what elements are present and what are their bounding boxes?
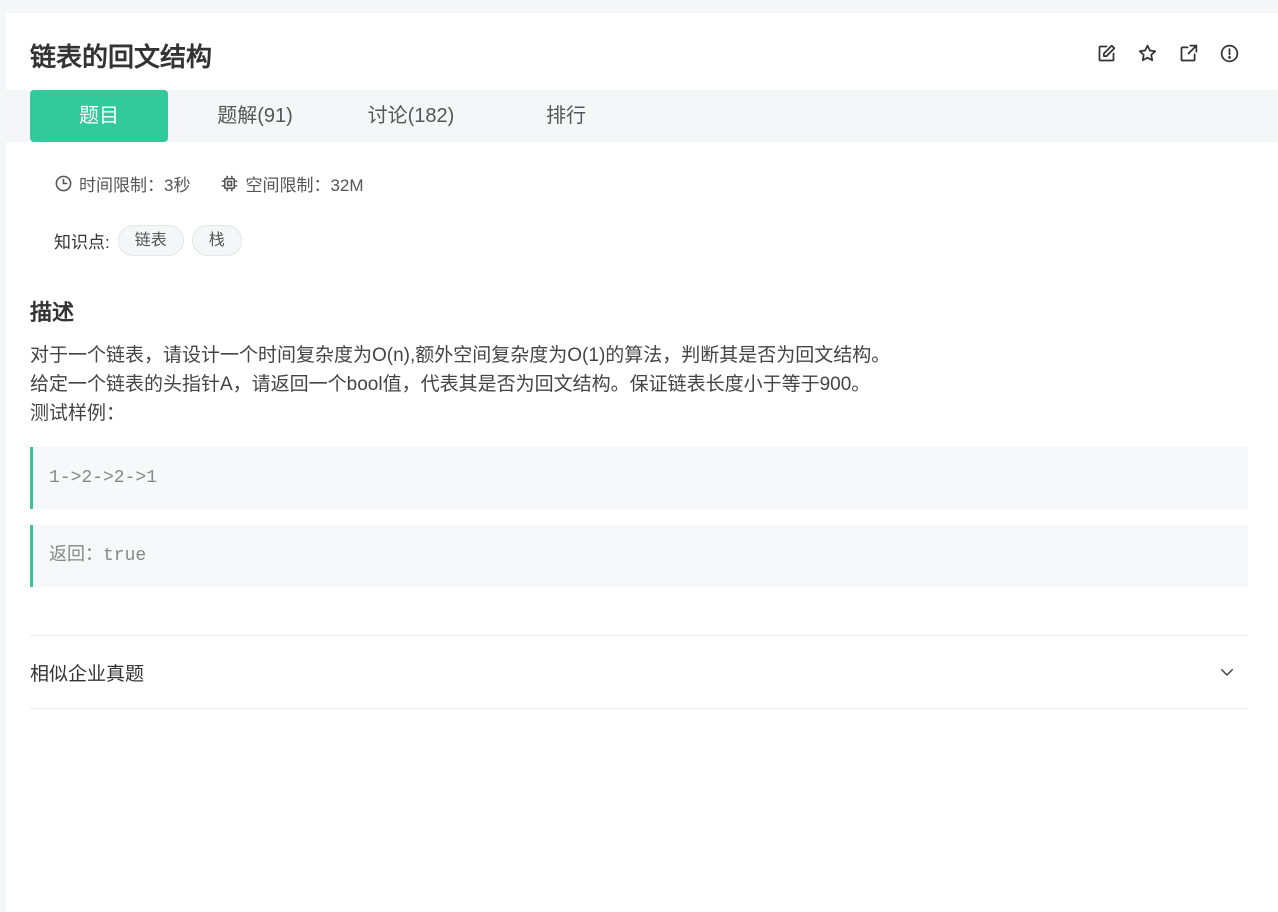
- tab-problem[interactable]: 题目: [30, 90, 168, 142]
- description-line: 给定一个链表的头指针A，请返回一个bool值，代表其是否为回文结构。保证链表长度…: [30, 374, 871, 395]
- edit-icon[interactable]: [1096, 43, 1117, 64]
- description-line: 测试样例：: [30, 403, 126, 424]
- description-text: 对于一个链表，请设计一个时间复杂度为O(n),额外空间复杂度为O(1)的算法，判…: [30, 341, 890, 428]
- example-input: 1->2->2->1: [30, 447, 1248, 509]
- report-icon[interactable]: [1219, 43, 1240, 64]
- divider: [30, 635, 1248, 636]
- description-heading: 描述: [30, 300, 75, 325]
- external-link-icon[interactable]: [1178, 43, 1199, 64]
- knowledge-points: 知识点: 链表 栈: [54, 225, 242, 256]
- similar-questions-label: 相似企业真题: [30, 663, 145, 685]
- space-limit-text: 空间限制：32M: [245, 176, 364, 195]
- limits-bar: 时间限制：3秒 空间限制：32M: [54, 171, 394, 196]
- description-line: 对于一个链表，请设计一个时间复杂度为O(n),额外空间复杂度为O(1)的算法，判…: [30, 345, 891, 366]
- header-actions: [1096, 43, 1240, 64]
- knowledge-label: 知识点:: [54, 233, 110, 252]
- clock-icon: [55, 175, 72, 192]
- star-icon[interactable]: [1137, 43, 1158, 64]
- tag-linked-list[interactable]: 链表: [117, 225, 184, 256]
- tab-discussion[interactable]: 讨论(182): [346, 90, 476, 142]
- chip-icon: [222, 175, 238, 192]
- time-limit-text: 时间限制：3秒: [79, 176, 191, 195]
- problem-panel: 链表的回文结构 题目 题解(91) 讨论(182) 排行 时间限制：3秒 空间限…: [6, 13, 1278, 912]
- problem-tabs: 题目 题解(91) 讨论(182) 排行: [6, 90, 1278, 142]
- chevron-down-icon: [1221, 669, 1233, 676]
- tab-solutions[interactable]: 题解(91): [196, 90, 314, 142]
- space-limit: 空间限制：32M: [220, 171, 364, 196]
- divider: [30, 708, 1248, 709]
- similar-questions-toggle[interactable]: 相似企业真题: [30, 650, 1248, 694]
- problem-title: 链表的回文结构: [30, 42, 213, 72]
- time-limit: 时间限制：3秒: [54, 171, 190, 196]
- tag-stack[interactable]: 栈: [191, 225, 242, 256]
- example-output: 返回：true: [30, 525, 1248, 587]
- tab-ranking[interactable]: 排行: [516, 90, 616, 142]
